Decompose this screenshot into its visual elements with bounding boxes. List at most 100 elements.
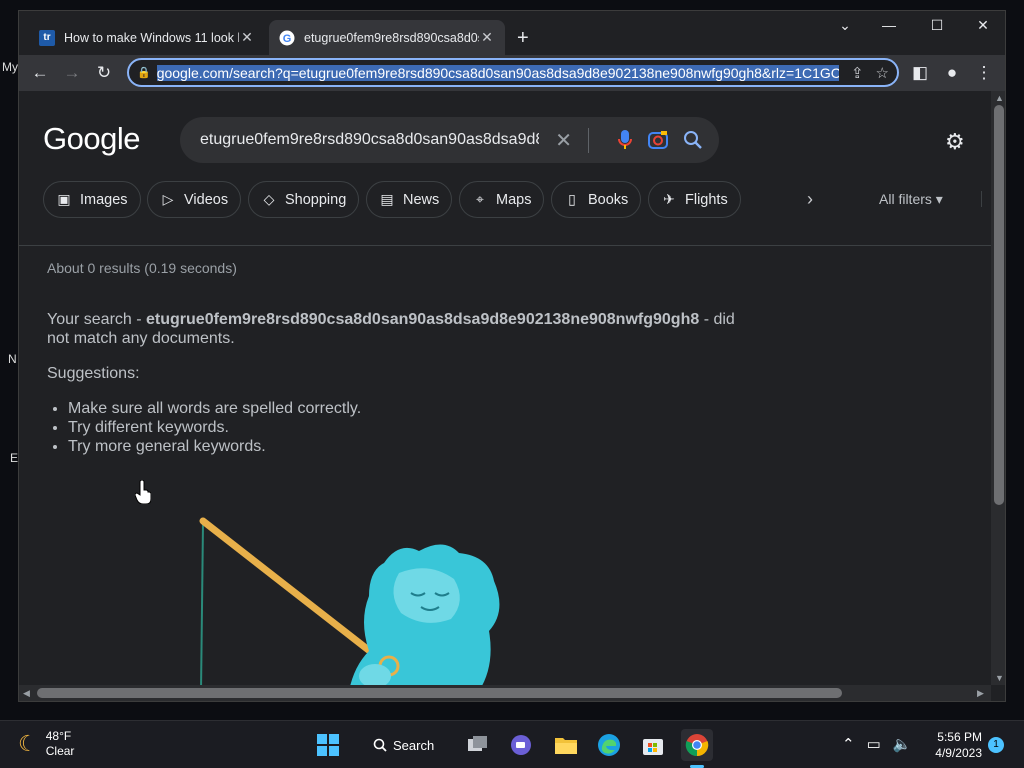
- search-icon[interactable]: [683, 130, 703, 150]
- notification-badge[interactable]: 1: [988, 737, 1004, 753]
- tab-windows-article[interactable]: tr How to make Windows 11 look li ✕: [29, 20, 265, 55]
- side-panel-icon[interactable]: ◧: [909, 63, 931, 83]
- close-tab-icon[interactable]: ✕: [479, 29, 495, 46]
- chevron-right-icon[interactable]: ›: [807, 189, 813, 210]
- list-item: Try more general keywords.: [68, 437, 361, 456]
- list-item: Try different keywords.: [68, 418, 361, 437]
- no-match-query: etugrue0fem9re8rsd890csa8d0san90as8dsa9d…: [146, 311, 700, 328]
- moon-icon: ☾: [18, 731, 38, 756]
- desktop-icon-label[interactable]: My: [2, 60, 18, 74]
- google-favicon-icon: G: [279, 30, 295, 46]
- clock-time: 5:56 PM: [937, 730, 982, 744]
- chip-images[interactable]: ▣ Images: [43, 181, 141, 218]
- taskbar: ☾ 48°F Clear Search ⌃ ▭ 🔈 5:56 PM 4/9/20…: [0, 720, 1024, 768]
- scroll-down-icon[interactable]: ▼: [995, 673, 1004, 683]
- suggestions-list: Make sure all words are spelled correctl…: [68, 399, 361, 456]
- tab-title: How to make Windows 11 look li: [64, 30, 239, 45]
- scroll-right-icon[interactable]: ▶: [977, 688, 984, 699]
- file-explorer-icon[interactable]: [550, 729, 582, 761]
- reload-icon[interactable]: ↻: [93, 63, 115, 83]
- windows-start-icon[interactable]: [312, 729, 344, 761]
- back-icon[interactable]: ←: [29, 63, 51, 83]
- no-match-prefix: Your search -: [47, 311, 147, 328]
- forward-icon[interactable]: →: [61, 63, 83, 83]
- scroll-up-icon[interactable]: ▲: [995, 93, 1004, 103]
- search-query-text[interactable]: etugrue0fem9re8rsd890csa8d0san90as8dsa9d…: [200, 131, 539, 149]
- new-tab-icon[interactable]: +: [517, 27, 529, 50]
- chevron-up-icon[interactable]: ⌃: [842, 735, 855, 753]
- no-results-message: Your search - etugrue0fem9re8rsd890csa8d…: [47, 310, 747, 348]
- image-icon: ▣: [57, 191, 71, 207]
- chip-books[interactable]: ▯ Books: [551, 181, 642, 218]
- search-input[interactable]: etugrue0fem9re8rsd890csa8d0san90as8dsa9d…: [180, 117, 719, 163]
- address-url: google.com/search?q=etugrue0fem9re8rsd89…: [156, 64, 839, 81]
- weather-widget[interactable]: ☾ 48°F Clear: [18, 729, 74, 759]
- fishing-monster-illustration: [199, 517, 500, 691]
- chip-flights[interactable]: ✈ Flights: [648, 181, 741, 218]
- newspaper-icon: ▤: [380, 191, 394, 207]
- address-bar[interactable]: 🔒 google.com/search?q=etugrue0fem9re8rsd…: [127, 58, 899, 87]
- weather-condition: Clear: [45, 744, 75, 758]
- profile-icon[interactable]: ●: [941, 63, 963, 83]
- chip-news[interactable]: ▤ News: [366, 181, 453, 218]
- microphone-icon[interactable]: [617, 129, 633, 151]
- tab-google-search[interactable]: G etugrue0fem9re8rsd890csa8d0s ✕: [269, 20, 505, 55]
- scrollbar-thumb[interactable]: [994, 105, 1004, 505]
- browser-toolbar: ← → ↻ 🔒 google.com/search?q=etugrue0fem9…: [19, 55, 1005, 91]
- map-pin-icon: ⌖: [476, 191, 484, 207]
- camera-lens-icon[interactable]: [647, 130, 669, 150]
- result-stats: About 0 results (0.19 seconds): [47, 260, 237, 276]
- bookmark-star-icon[interactable]: ☆: [876, 64, 889, 82]
- suggestions-heading: Suggestions:: [47, 365, 140, 382]
- taskbar-search-button[interactable]: Search: [365, 731, 442, 759]
- chrome-taskbar-icon[interactable]: [681, 729, 713, 761]
- book-icon: ▯: [568, 191, 576, 207]
- chat-icon[interactable]: [505, 729, 537, 761]
- close-tab-icon[interactable]: ✕: [239, 29, 255, 46]
- chip-label: Flights: [685, 191, 728, 208]
- close-button[interactable]: ✕: [963, 17, 1003, 34]
- tab-title: etugrue0fem9re8rsd890csa8d0s: [304, 30, 479, 45]
- network-icon[interactable]: ▭: [867, 735, 881, 753]
- play-icon: ▷: [162, 191, 174, 207]
- clear-icon[interactable]: ✕: [539, 127, 589, 153]
- search-icon: [373, 738, 387, 752]
- share-icon[interactable]: ⇪: [851, 64, 864, 82]
- speaker-icon[interactable]: 🔈: [893, 735, 912, 753]
- all-filters-label: All filters: [879, 191, 932, 207]
- edge-icon[interactable]: [593, 729, 625, 761]
- tab-strip: tr How to make Windows 11 look li ✕ G et…: [19, 11, 1005, 55]
- task-view-icon[interactable]: [462, 729, 494, 761]
- tr-favicon-icon: tr: [39, 29, 55, 46]
- lock-icon[interactable]: 🔒: [137, 66, 151, 79]
- filter-chips: ▣ Images ▷ Videos ◇ Shopping ▤ News ⌖ Maps ▯ B…: [43, 181, 1005, 219]
- google-logo[interactable]: Google: [43, 121, 140, 157]
- chip-label: Books: [588, 191, 629, 208]
- chip-maps[interactable]: ⌖ Maps: [459, 181, 545, 218]
- system-tray: ⌃ ▭ 🔈: [842, 735, 911, 753]
- chip-videos[interactable]: ▷ Videos: [147, 181, 242, 218]
- clock-date: 4/9/2023: [935, 746, 982, 760]
- search-results-page: Google etugrue0fem9re8rsd890csa8d0san90a…: [19, 91, 1005, 691]
- clock[interactable]: 5:56 PM 4/9/2023: [930, 729, 982, 761]
- scroll-left-icon[interactable]: ◀: [23, 688, 30, 699]
- airplane-icon: ✈: [663, 191, 675, 207]
- tag-icon: ◇: [263, 191, 275, 207]
- tab-search-dropdown-icon[interactable]: ⌄: [825, 17, 865, 34]
- minimize-button[interactable]: —: [869, 17, 909, 33]
- all-filters-button[interactable]: All filters ▾: [879, 191, 943, 208]
- vertical-scrollbar[interactable]: ▲ ▼: [991, 91, 1005, 685]
- settings-gear-icon[interactable]: ⚙: [945, 129, 965, 155]
- menu-kebab-icon[interactable]: ⋮: [973, 63, 995, 83]
- chip-shopping[interactable]: ◇ Shopping: [248, 181, 360, 218]
- weather-temperature: 48°F: [45, 729, 72, 743]
- horizontal-scrollbar[interactable]: ◀ ▶: [19, 685, 991, 701]
- list-item: Make sure all words are spelled correctl…: [68, 399, 361, 418]
- maximize-button[interactable]: ☐: [917, 17, 957, 34]
- desktop-icon-label[interactable]: E: [10, 451, 18, 465]
- microsoft-store-icon[interactable]: [637, 729, 669, 761]
- scrollbar-thumb[interactable]: [37, 688, 842, 698]
- chip-label: Images: [80, 191, 128, 208]
- desktop-icon-label[interactable]: N: [8, 352, 17, 366]
- chip-label: Maps: [496, 191, 532, 208]
